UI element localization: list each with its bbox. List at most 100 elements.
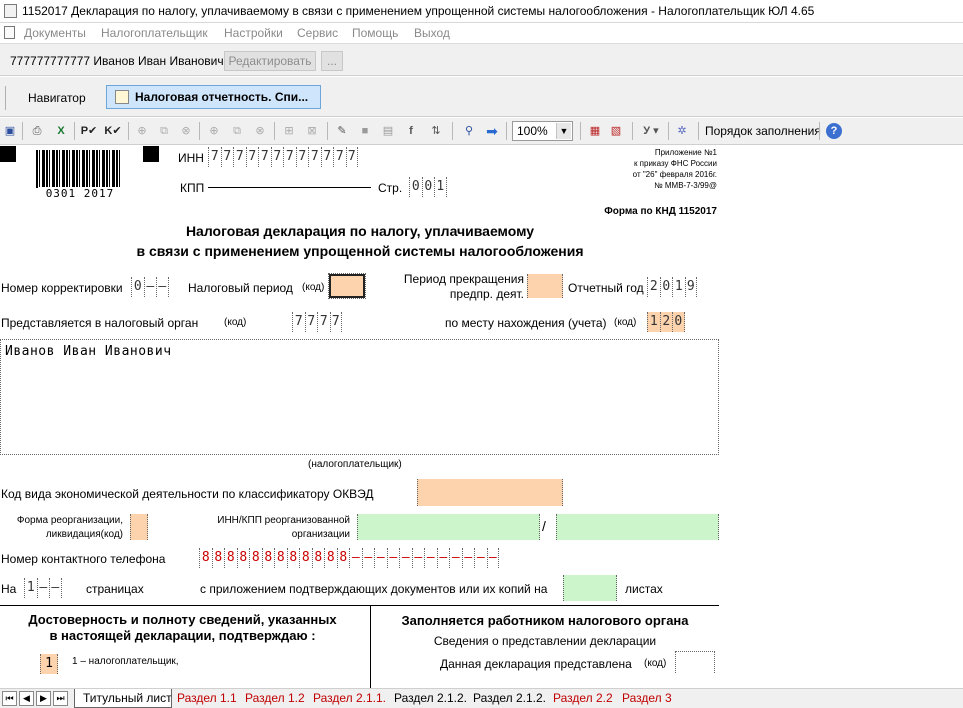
menu-help[interactable]: Помощь	[352, 26, 398, 40]
tab-section-2-1-2-b[interactable]: Раздел 2.1.2.	[473, 691, 546, 705]
delete-row-icon[interactable]: ⊗	[251, 122, 269, 140]
title-bar: 1152017 Декларация по налогу, уплачиваем…	[0, 0, 963, 23]
sort-icon[interactable]: ⇅	[427, 122, 445, 140]
tab-title-sheet[interactable]: Титульный лист	[83, 691, 172, 705]
report-year-field[interactable]: 2019	[647, 277, 697, 297]
divider	[819, 122, 820, 140]
excel-icon[interactable]: X	[52, 122, 70, 140]
correction-number-field[interactable]: 0– –	[131, 277, 169, 297]
divider	[506, 122, 507, 140]
menu-taxpayer[interactable]: Налогоплательщик	[101, 26, 208, 40]
delete-page-icon[interactable]: ⊗	[177, 122, 195, 140]
taxpayer-bar: 777777777777 Иванов Иван Иванович Редакт…	[0, 43, 963, 76]
tab-section-2-1-1[interactable]: Раздел 2.1.1.	[313, 691, 386, 705]
tab-section-1-1[interactable]: Раздел 1.1	[177, 691, 237, 705]
edit-document-icon	[115, 90, 129, 104]
divider	[5, 86, 6, 110]
formula-icon[interactable]: f	[402, 122, 420, 140]
reorg-form-field[interactable]	[130, 514, 148, 540]
inn-field[interactable]: 777777777777	[208, 147, 358, 167]
declaration-form: 0301 2017 ИНН 777777777777 КПП Стр. 001 …	[0, 146, 963, 688]
form-title: Налоговая декларация по налогу, уплачива…	[136, 223, 584, 259]
add-block-icon[interactable]: ⊞	[280, 122, 298, 140]
tab-section-2-2[interactable]: Раздел 2.2	[553, 691, 613, 705]
menu-settings[interactable]: Настройки	[224, 26, 283, 40]
print-icon[interactable]: ⎙	[28, 122, 46, 140]
settings-icon[interactable]: ✲	[673, 122, 691, 140]
chevron-down-icon: ▼	[556, 123, 571, 139]
toolbar: ▣ ⎙ X P✔ K✔ ⊕ ⧉ ⊗ ⊕ ⧉ ⊗ ⊞ ⊠ ✎ ■ ▤ f ⇅ ⚲ …	[0, 118, 963, 145]
edit-field-icon[interactable]: ✎	[333, 122, 351, 140]
tax-period-label: Налоговый период	[188, 281, 293, 295]
menu-exit[interactable]: Выход	[414, 26, 450, 40]
pages-suffix: страницах	[86, 582, 144, 596]
inspector-code-label: (код)	[644, 658, 667, 669]
phone-label: Номер контактного телефона	[1, 552, 166, 566]
phone-field[interactable]: 8 8 8 8 8 8 8 8 8 8 8 8– – – – – – – – – – – –	[199, 548, 499, 568]
clear-page-icon[interactable]: ▤	[379, 122, 397, 140]
check-p-icon[interactable]: P✔	[79, 122, 99, 140]
taxpayer-name-value: Иванов Иван Иванович	[5, 344, 172, 359]
tab-section-1-2[interactable]: Раздел 1.2	[245, 691, 305, 705]
tab-tax-reports-label: Налоговая отчетность. Спи...	[135, 90, 309, 104]
attachments-sheets-field[interactable]	[563, 575, 617, 601]
page-layout-alt-icon[interactable]: ▧	[607, 122, 625, 140]
tax-authority-code-label: (код)	[224, 317, 247, 328]
add-row-icon[interactable]: ⊕	[205, 122, 223, 140]
okved-field[interactable]	[417, 479, 563, 506]
barcode-number: 0301 2017	[38, 187, 122, 200]
window-title: 1152017 Декларация по налогу, уплачиваем…	[22, 4, 815, 18]
find-icon[interactable]: ⚲	[460, 122, 478, 140]
divider	[632, 122, 633, 140]
divider	[128, 122, 129, 140]
tab-navigator[interactable]: Навигатор	[18, 87, 96, 109]
location-code-field[interactable]: 120	[647, 312, 685, 332]
clear-field-icon[interactable]: ■	[356, 122, 374, 140]
help-icon[interactable]: ?	[826, 123, 842, 139]
tab-tax-reports[interactable]: Налоговая отчетность. Спи...	[106, 85, 321, 109]
delete-block-icon[interactable]: ⊠	[303, 122, 321, 140]
reorg-inn-field[interactable]	[357, 514, 540, 540]
copy-page-icon[interactable]: ⧉	[155, 122, 173, 140]
add-page-icon[interactable]: ⊕	[133, 122, 151, 140]
menu-service[interactable]: Сервис	[297, 26, 338, 40]
tab-section-3[interactable]: Раздел 3	[622, 691, 672, 705]
okved-label: Код вида экономической деятельности по к…	[1, 487, 374, 501]
page-layout-icon[interactable]: ▦	[586, 122, 604, 140]
location-code-label: (код)	[614, 317, 637, 328]
pages-count-field[interactable]: 1– –	[24, 578, 62, 598]
menu-documents[interactable]: Документы	[24, 26, 86, 40]
check-k-icon[interactable]: K✔	[102, 122, 124, 140]
last-sheet-icon[interactable]: ⏭	[53, 691, 68, 706]
confirmation-title: Достоверность и полноту сведений, указан…	[28, 612, 337, 643]
copy-row-icon[interactable]: ⧉	[228, 122, 246, 140]
reorg-kpp-field[interactable]	[556, 514, 719, 540]
sheets-label: листах	[625, 582, 663, 596]
page-number-field[interactable]: 001	[409, 177, 447, 197]
signature-menu-icon[interactable]: У ▾	[639, 122, 663, 140]
confirmation-type-field[interactable]: 1	[40, 654, 58, 674]
tax-authority-field[interactable]: 7777	[292, 312, 342, 332]
go-to-icon[interactable]: ➡	[483, 122, 501, 140]
tab-section-2-1-2[interactable]: Раздел 2.1.2.	[394, 691, 467, 705]
kpp-field[interactable]	[208, 187, 371, 188]
taxpayer-name-field[interactable]: Иванов Иван Иванович	[0, 339, 719, 455]
divider	[668, 122, 669, 140]
inspector-title: Заполняется работником налогового органа	[401, 613, 689, 628]
save-icon[interactable]: ▣	[1, 122, 19, 140]
termination-period-field[interactable]	[527, 274, 563, 298]
tax-period-field[interactable]	[328, 273, 366, 299]
divider	[452, 122, 453, 140]
more-button[interactable]: ...	[321, 51, 343, 71]
document-icon	[4, 26, 15, 39]
first-sheet-icon[interactable]: ⏮	[2, 691, 17, 706]
correction-label: Номер корректировки	[1, 281, 123, 295]
inspector-code-field[interactable]	[675, 651, 715, 673]
zoom-select[interactable]: 100% ▼	[512, 121, 573, 141]
next-sheet-icon[interactable]: ▶	[36, 691, 51, 706]
taxpayer-name: 777777777777 Иванов Иван Иванович	[10, 54, 224, 68]
fill-order-button[interactable]: Порядок заполнения	[705, 124, 821, 138]
prev-sheet-icon[interactable]: ◀	[19, 691, 34, 706]
attachments-label: с приложением подтверждающих документов …	[200, 582, 548, 596]
edit-button[interactable]: Редактировать	[224, 51, 316, 71]
